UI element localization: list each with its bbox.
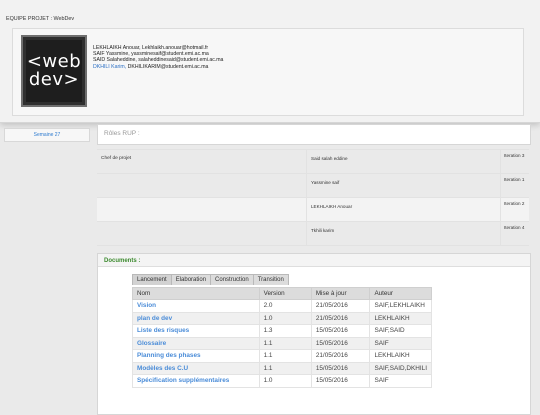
role-row: Yassmine saif Iteration 1 [97, 174, 529, 198]
iteration-cell: Iteration 1 [504, 177, 525, 182]
person-cell: Tkhili karim [307, 222, 501, 245]
person-cell: Yassmine saif [307, 174, 501, 197]
date-cell: 21/05/2016 [310, 299, 371, 313]
logo-line-2: dev> [28, 69, 80, 90]
document-link[interactable]: Glossaire [132, 336, 260, 350]
column-header-date[interactable]: Mise à jour [310, 287, 371, 300]
role-row: Chef de projet Said salah eddine Iterati… [97, 149, 529, 174]
role-row: Tkhili karim Iteration 4 [97, 222, 529, 246]
documents-panel: Documents : Lancement Elaboration Constr… [97, 253, 531, 415]
member-email: Lekhlaikh.anouar@hotmail.fr [142, 45, 209, 51]
member-name: SAIF Yassmine [93, 51, 129, 58]
table-row: Modèles des C.U 1.1 15/05/2016 SAIF,SAID… [132, 361, 432, 375]
author-cell: SAIF [369, 336, 432, 350]
date-cell: 15/05/2016 [310, 374, 371, 388]
tab-lancement[interactable]: Lancement [132, 274, 172, 285]
role-cell [97, 222, 307, 245]
iteration-cell: Iteration 3 [504, 153, 525, 158]
author-cell: SAIF [369, 374, 432, 388]
version-cell: 1.0 [258, 374, 312, 388]
header: EQUIPE PROJET : WebDev <web dev> LEKHLAI… [0, 0, 540, 123]
roles-table: Chef de projet Said salah eddine Iterati… [97, 149, 529, 246]
document-link[interactable]: Liste des risques [132, 324, 260, 338]
rup-title: Rôles RUP : [104, 130, 140, 137]
sidebar-item-week[interactable]: Semaine 27 [4, 128, 90, 142]
table-row: Planning des phases 1.1 21/05/2016 LEKHL… [132, 349, 432, 363]
table-row: Spécification supplémentaires 1.0 15/05/… [132, 374, 432, 388]
author-cell: SAIF,LEKHLAIKH [369, 299, 432, 313]
table-row: Glossaire 1.1 15/05/2016 SAIF [132, 336, 432, 350]
iteration-cell: Iteration 4 [504, 225, 525, 230]
column-header-author[interactable]: Auteur [369, 287, 432, 300]
tab-construction[interactable]: Construction [210, 274, 254, 285]
table-header-row: Nom Version Mise à jour Auteur [132, 287, 432, 300]
logo-inner: <web dev> [26, 40, 82, 102]
version-cell: 2.0 [258, 299, 312, 313]
document-link[interactable]: Planning des phases [132, 349, 260, 363]
document-link[interactable]: plan de dev [132, 311, 260, 325]
member-email: DKHILIKARIM@student.emi.ac.ma [127, 63, 209, 70]
date-cell: 15/05/2016 [310, 361, 371, 375]
version-cell: 1.0 [258, 311, 312, 325]
tab-transition[interactable]: Transition [252, 274, 289, 285]
date-cell: 15/05/2016 [310, 324, 371, 338]
document-link[interactable]: Vision [132, 299, 260, 313]
phase-tabs: Lancement Elaboration Construction Trans… [132, 274, 289, 285]
team-title: EQUIPE PROJET : WebDev [6, 16, 75, 22]
version-cell: 1.1 [258, 336, 312, 350]
version-cell: 1.1 [258, 349, 312, 363]
member-name: SAID Salaheddine [93, 57, 136, 64]
table-row: Liste des risques 1.3 15/05/2016 SAIF,SA… [132, 324, 432, 338]
document-link[interactable]: Modèles des C.U [132, 361, 260, 375]
version-cell: 1.1 [258, 361, 312, 375]
page: EQUIPE PROJET : WebDev <web dev> LEKHLAI… [0, 0, 540, 415]
member-name[interactable]: DKHILI Karim [93, 64, 125, 70]
role-row: LEKHLAIKH Anouar Iteration 2 [97, 198, 529, 222]
author-cell: SAIF,SAID,DKHILI [369, 361, 432, 375]
date-cell: 21/05/2016 [310, 349, 371, 363]
column-header-name[interactable]: Nom [132, 287, 260, 300]
person-cell: LEKHLAIKH Anouar [307, 198, 501, 221]
author-cell: LEKHLAIKH [369, 349, 432, 363]
date-cell: 21/05/2016 [310, 311, 371, 325]
webdev-logo: <web dev> [21, 35, 87, 107]
team-box: <web dev> LEKHLAIKH Anouar, Lekhlaikh.an… [12, 28, 524, 116]
member-email: salaheddinesaid@student.emi.ac.ma [138, 57, 224, 64]
author-cell: SAIF,SAID [369, 324, 432, 338]
tab-elaboration[interactable]: Elaboration [170, 274, 212, 285]
role-cell [97, 198, 307, 221]
table-row: Vision 2.0 21/05/2016 SAIF,LEKHLAIKH [132, 299, 432, 313]
members-list: LEKHLAIKH Anouar, Lekhlaikh.anouar@hotma… [93, 45, 223, 70]
date-cell: 15/05/2016 [310, 336, 371, 350]
documents-table: Nom Version Mise à jour Auteur Vision 2.… [132, 287, 432, 388]
author-cell: LEKHLAIKH [369, 311, 432, 325]
version-cell: 1.3 [258, 324, 312, 338]
document-link[interactable]: Spécification supplémentaires [132, 374, 260, 388]
role-cell: Chef de projet [97, 150, 307, 173]
member-item-link[interactable]: DKHILI Karim, DKHILIKARIM@student.emi.ac… [93, 64, 223, 70]
person-cell: Said salah eddine [307, 150, 501, 173]
column-header-version[interactable]: Version [258, 287, 312, 300]
iteration-cell: Iteration 2 [504, 201, 525, 206]
table-row: plan de dev 1.0 21/05/2016 LEKHLAIKH [132, 311, 432, 325]
role-cell [97, 174, 307, 197]
member-name: LEKHLAIKH Anouar [93, 45, 140, 51]
member-email: yassminesaif@student.emi.ac.ma [131, 51, 209, 58]
documents-title: Documents : [98, 254, 530, 267]
rup-panel: Rôles RUP : [97, 124, 531, 145]
